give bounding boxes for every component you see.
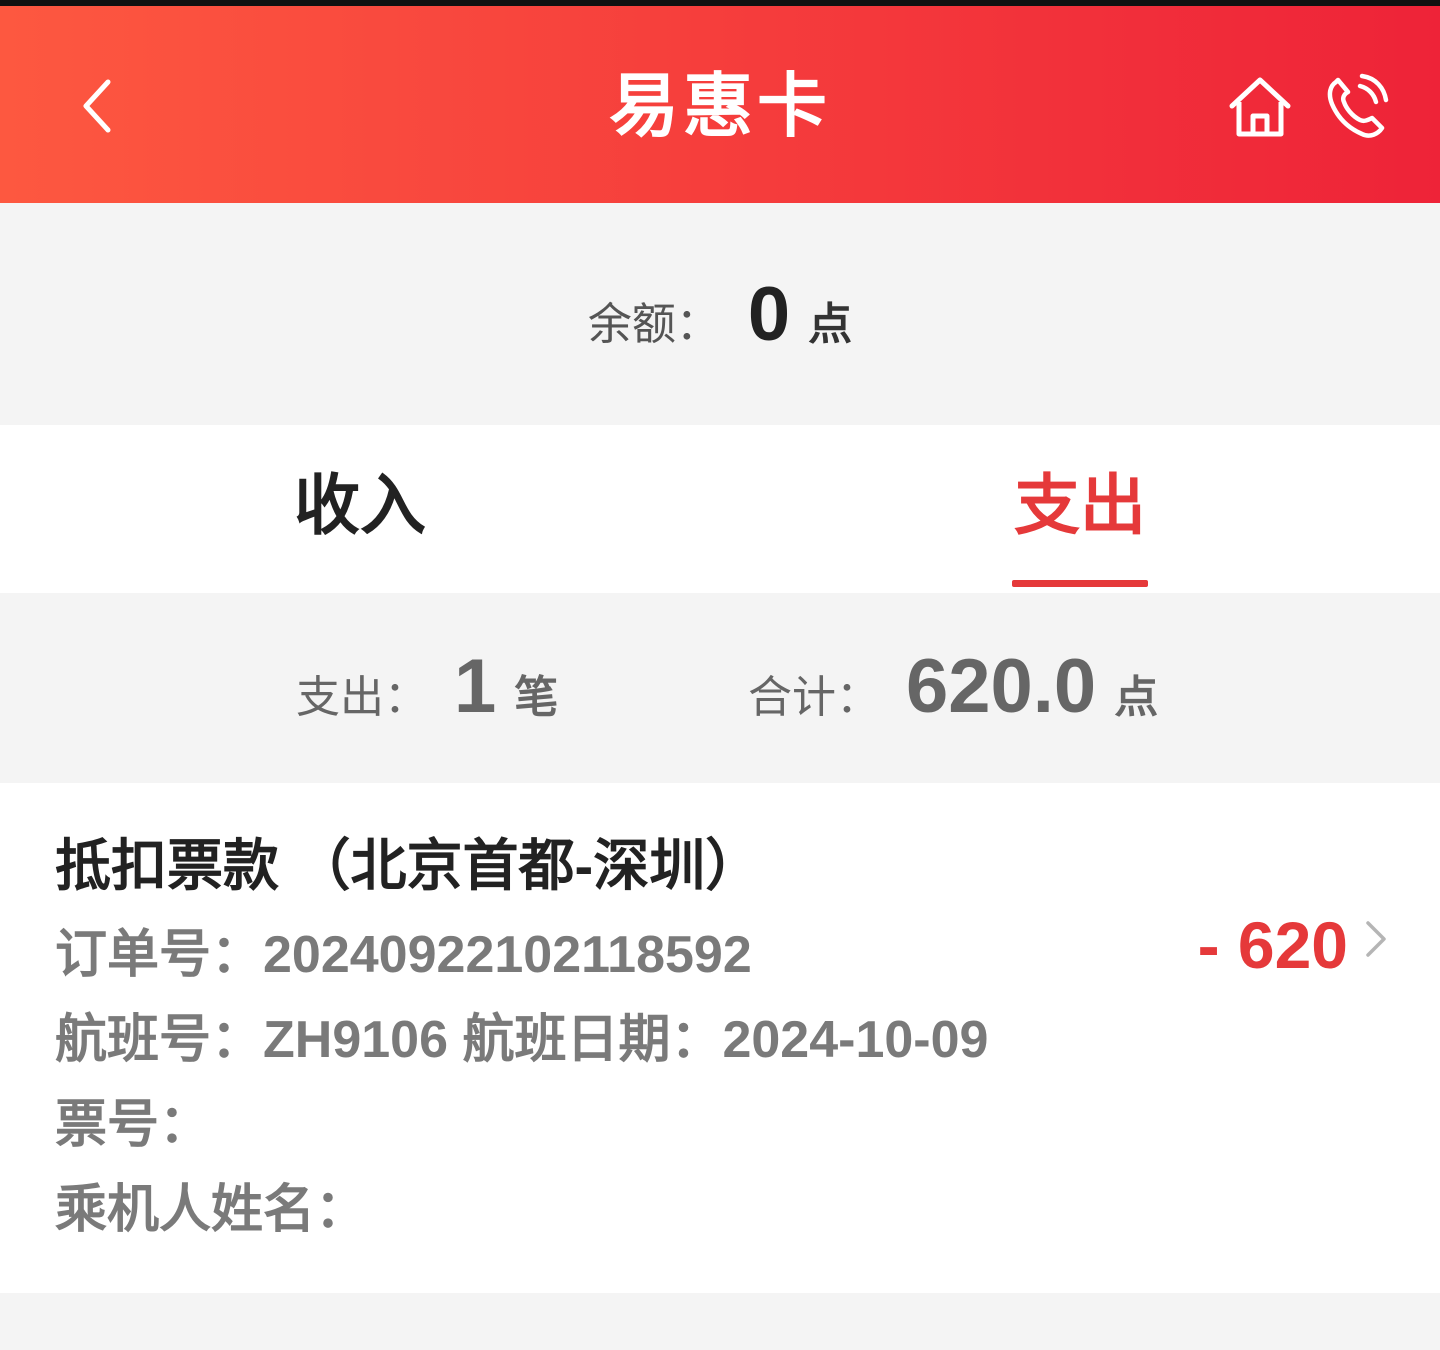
chevron-right-icon: [1366, 921, 1386, 957]
summary-bar: 支出： 1 笔 合计： 620.0 点: [0, 593, 1440, 783]
count-label: 支出：: [296, 673, 428, 722]
app-header: 易惠卡: [0, 6, 1440, 203]
record-order-no: 订单号：20240922102118592: [55, 926, 752, 984]
count-unit: 笔: [514, 673, 559, 722]
home-icon: [1229, 77, 1291, 137]
tab-bar: 收入 支出: [0, 425, 1440, 593]
active-tab-indicator: [1012, 580, 1148, 587]
total-unit: 点: [1114, 673, 1159, 722]
total-label: 合计：: [748, 673, 880, 722]
tab-expense[interactable]: 支出: [1014, 465, 1146, 545]
balance-value: 0: [747, 271, 791, 357]
expense-total: 合计： 620.0 点: [748, 643, 1158, 730]
expense-count: 支出： 1 笔: [296, 643, 558, 730]
record-ticket-no: 票号：: [55, 1096, 212, 1154]
balance-unit: 点: [808, 300, 853, 349]
record-title: 抵扣票款 （北京首都-深圳）: [55, 834, 762, 897]
record-passenger: 乘机人姓名：: [55, 1181, 368, 1239]
record-amount: - 620: [1197, 908, 1348, 982]
count-value: 1: [454, 644, 497, 729]
list-item[interactable]: 抵扣票款 （北京首都-深圳） 订单号：20240922102118592 航班号…: [0, 783, 1440, 1293]
tab-income[interactable]: 收入: [294, 465, 426, 545]
total-value: 620.0: [906, 644, 1097, 729]
phone-icon: [1327, 73, 1389, 138]
balance-label: 余额：: [587, 300, 720, 349]
phone-button[interactable]: [1322, 72, 1390, 144]
home-button[interactable]: [1224, 72, 1296, 144]
record-flight: 航班号：ZH9106 航班日期：2024-10-09: [55, 1011, 989, 1069]
balance-panel: 余额： 0 点: [0, 203, 1440, 425]
